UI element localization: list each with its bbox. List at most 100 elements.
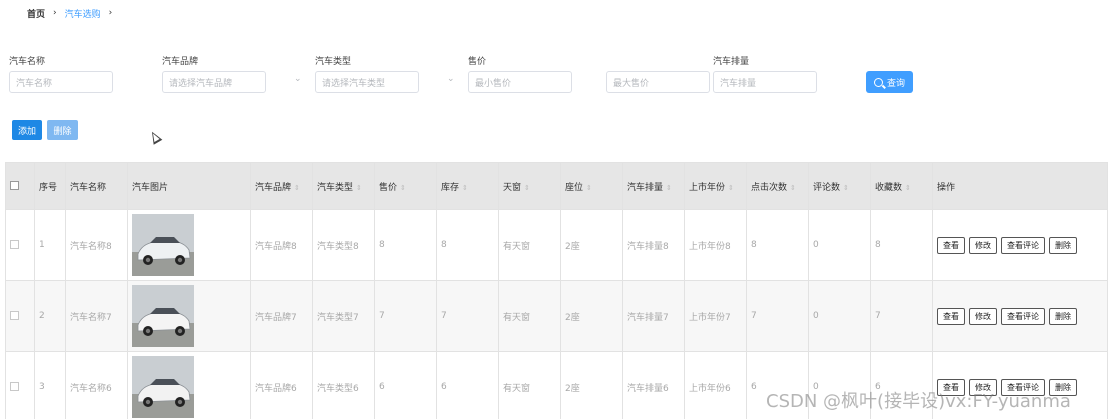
cell-clicks: 7 — [746, 280, 809, 352]
column-header-label: 点击次数 — [751, 182, 788, 193]
sort-icon[interactable]: ⇕ — [356, 184, 362, 192]
cell-price: 7 — [374, 280, 437, 352]
brand-label: 汽车品牌 — [162, 57, 199, 67]
sort-icon[interactable]: ⇕ — [905, 184, 911, 192]
delete-button[interactable]: 删除 — [47, 120, 78, 140]
type-select[interactable]: 请选择汽车类型 — [315, 71, 419, 93]
row-checkbox[interactable] — [5, 280, 35, 352]
cell-index: 1 — [34, 209, 66, 281]
cell-sunroof: 有天窗 — [498, 351, 561, 419]
cell-type: 汽车类型7 — [312, 280, 375, 352]
column-header[interactable]: 库存 ⇕ — [436, 162, 499, 210]
cell-year: 上市年份6 — [684, 351, 747, 419]
column-header-label: 汽车品牌 — [255, 182, 292, 193]
column-header[interactable]: 上市年份 ⇕ — [684, 162, 747, 210]
name-label: 汽车名称 — [9, 57, 46, 67]
mouse-cursor-icon — [147, 129, 163, 145]
sort-icon[interactable]: ⇕ — [586, 184, 592, 192]
sort-icon[interactable]: ⇕ — [728, 184, 734, 192]
cell-sunroof: 有天窗 — [498, 209, 561, 281]
row-actions: 查看 修改 查看评论 删除 — [932, 209, 1108, 281]
sort-icon[interactable]: ⇕ — [666, 184, 672, 192]
cell-clicks: 8 — [746, 209, 809, 281]
column-header[interactable]: 点击次数 ⇕ — [746, 162, 809, 210]
view-button[interactable]: 查看 — [937, 236, 965, 254]
row-checkbox[interactable] — [5, 351, 35, 419]
column-header: 序号 — [34, 162, 66, 210]
column-header-label: 上市年份 — [689, 182, 726, 193]
car-photo — [132, 356, 194, 418]
chevron-down-icon: ⌄ — [294, 74, 302, 84]
watermark: CSDN @枫叶(接毕设)vx:FY-yuanma — [766, 391, 1071, 412]
sort-icon[interactable]: ⇕ — [843, 184, 849, 192]
sort-icon[interactable]: ⇕ — [400, 184, 406, 192]
column-header[interactable]: 评论数 ⇕ — [808, 162, 871, 210]
column-header-label: 座位 — [565, 182, 584, 193]
column-header-label: 收藏数 — [875, 182, 903, 193]
column-header-label: 售价 — [379, 182, 398, 193]
car-image-cell — [127, 351, 251, 419]
view-comments-button[interactable]: 查看评论 — [1001, 307, 1045, 325]
cell-price: 8 — [374, 209, 437, 281]
name-input[interactable]: 汽车名称 — [9, 71, 113, 93]
car-image-cell — [127, 280, 251, 352]
breadcrumb-separator-icon: › — [53, 8, 57, 18]
column-header[interactable]: 汽车排量 ⇕ — [622, 162, 685, 210]
breadcrumb: 首页 › 汽车选购 › — [27, 6, 112, 20]
sort-icon[interactable]: ⇕ — [524, 184, 530, 192]
sort-icon[interactable]: ⇕ — [790, 184, 796, 192]
cell-stock: 7 — [436, 280, 499, 352]
cell-type: 汽车类型6 — [312, 351, 375, 419]
breadcrumb-separator-icon: › — [108, 8, 113, 18]
checkbox-icon — [10, 240, 19, 249]
row-checkbox[interactable] — [5, 209, 35, 281]
min-price-input[interactable]: 最小售价 — [468, 71, 572, 93]
column-header-label: 汽车排量 — [627, 182, 664, 193]
car-photo — [132, 285, 194, 347]
column-header-label: 库存 — [441, 182, 460, 193]
breadcrumb-home[interactable]: 首页 — [27, 7, 45, 20]
table-row: 1 汽车名称8 汽车品牌8 汽车类型8 8 8 有天窗 2座 汽车排量8 上市年份8 8 0 8 查看 修改… — [5, 209, 1108, 281]
cell-name: 汽车名称6 — [65, 351, 128, 419]
checkbox-icon — [10, 382, 19, 391]
cell-favorites: 8 — [870, 209, 933, 281]
cell-stock: 8 — [436, 209, 499, 281]
column-header: 汽车名称 — [65, 162, 128, 210]
cell-displacement: 汽车排量6 — [622, 351, 685, 419]
brand-select[interactable]: 请选择汽车品牌 — [162, 71, 266, 93]
column-header-label: 评论数 — [813, 182, 841, 193]
search-button-label: 查询 — [886, 78, 905, 89]
cell-displacement: 汽车排量8 — [622, 209, 685, 281]
view-button[interactable]: 查看 — [937, 307, 965, 325]
delete-row-button[interactable]: 删除 — [1049, 307, 1077, 325]
edit-button[interactable]: 修改 — [969, 307, 997, 325]
max-price-input[interactable]: 最大售价 — [606, 71, 710, 93]
sort-icon[interactable]: ⇕ — [462, 184, 468, 192]
displacement-label: 汽车排量 — [713, 57, 750, 67]
breadcrumb-current[interactable]: 汽车选购 — [65, 7, 101, 20]
column-header: 操作 — [932, 162, 1108, 210]
delete-row-button[interactable]: 删除 — [1049, 236, 1077, 254]
type-label: 汽车类型 — [315, 57, 352, 67]
column-header[interactable]: 汽车品牌 ⇕ — [250, 162, 313, 210]
column-header[interactable]: 售价 ⇕ — [374, 162, 437, 210]
cell-year: 上市年份7 — [684, 280, 747, 352]
column-header[interactable]: 收藏数 ⇕ — [870, 162, 933, 210]
cell-stock: 6 — [436, 351, 499, 419]
column-header[interactable]: 天窗 ⇕ — [498, 162, 561, 210]
column-header[interactable]: 汽车类型 ⇕ — [312, 162, 375, 210]
view-comments-button[interactable]: 查看评论 — [1001, 236, 1045, 254]
cell-year: 上市年份8 — [684, 209, 747, 281]
search-button[interactable]: 查询 — [866, 71, 913, 93]
table-header-row: 序号 汽车名称 汽车图片 汽车品牌 ⇕ 汽车类型 ⇕ 售价 ⇕ 库存 ⇕ 天窗 ⇕ 座位 ⇕… — [5, 162, 1108, 210]
sort-icon[interactable]: ⇕ — [294, 184, 300, 192]
chevron-down-icon: ⌄ — [447, 74, 455, 84]
select-all-checkbox[interactable] — [5, 162, 35, 210]
car-table: 序号 汽车名称 汽车图片 汽车品牌 ⇕ 汽车类型 ⇕ 售价 ⇕ 库存 ⇕ 天窗 ⇕ 座位 ⇕… — [5, 162, 1108, 419]
car-image-cell — [127, 209, 251, 281]
column-header[interactable]: 座位 ⇕ — [560, 162, 623, 210]
displacement-input[interactable]: 汽车排量 — [713, 71, 817, 93]
add-button[interactable]: 添加 — [12, 120, 42, 140]
edit-button[interactable]: 修改 — [969, 236, 997, 254]
cell-sunroof: 有天窗 — [498, 280, 561, 352]
